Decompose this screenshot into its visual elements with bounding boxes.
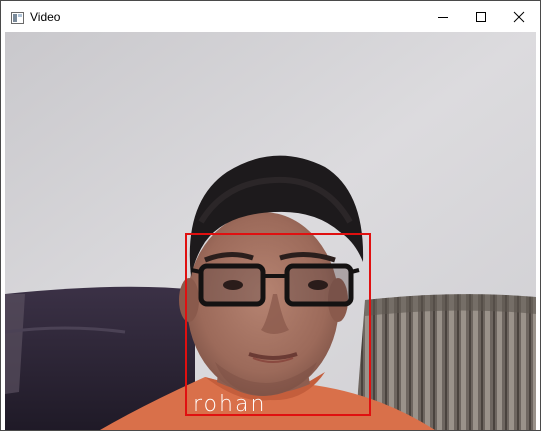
minimize-icon: [438, 17, 448, 18]
close-icon: [513, 11, 525, 23]
maximize-button[interactable]: [462, 1, 500, 32]
video-feed: rohan: [5, 32, 536, 430]
face-detection-box: [185, 233, 371, 416]
close-button[interactable]: [500, 1, 538, 32]
video-window: Video rohan: [0, 0, 541, 431]
title-bar[interactable]: Video: [1, 1, 540, 32]
opencv-window-icon: [11, 11, 24, 24]
window-title: Video: [30, 10, 61, 24]
maximize-icon: [476, 12, 486, 22]
minimize-button[interactable]: [424, 1, 462, 32]
face-detection-label: rohan: [193, 392, 267, 417]
